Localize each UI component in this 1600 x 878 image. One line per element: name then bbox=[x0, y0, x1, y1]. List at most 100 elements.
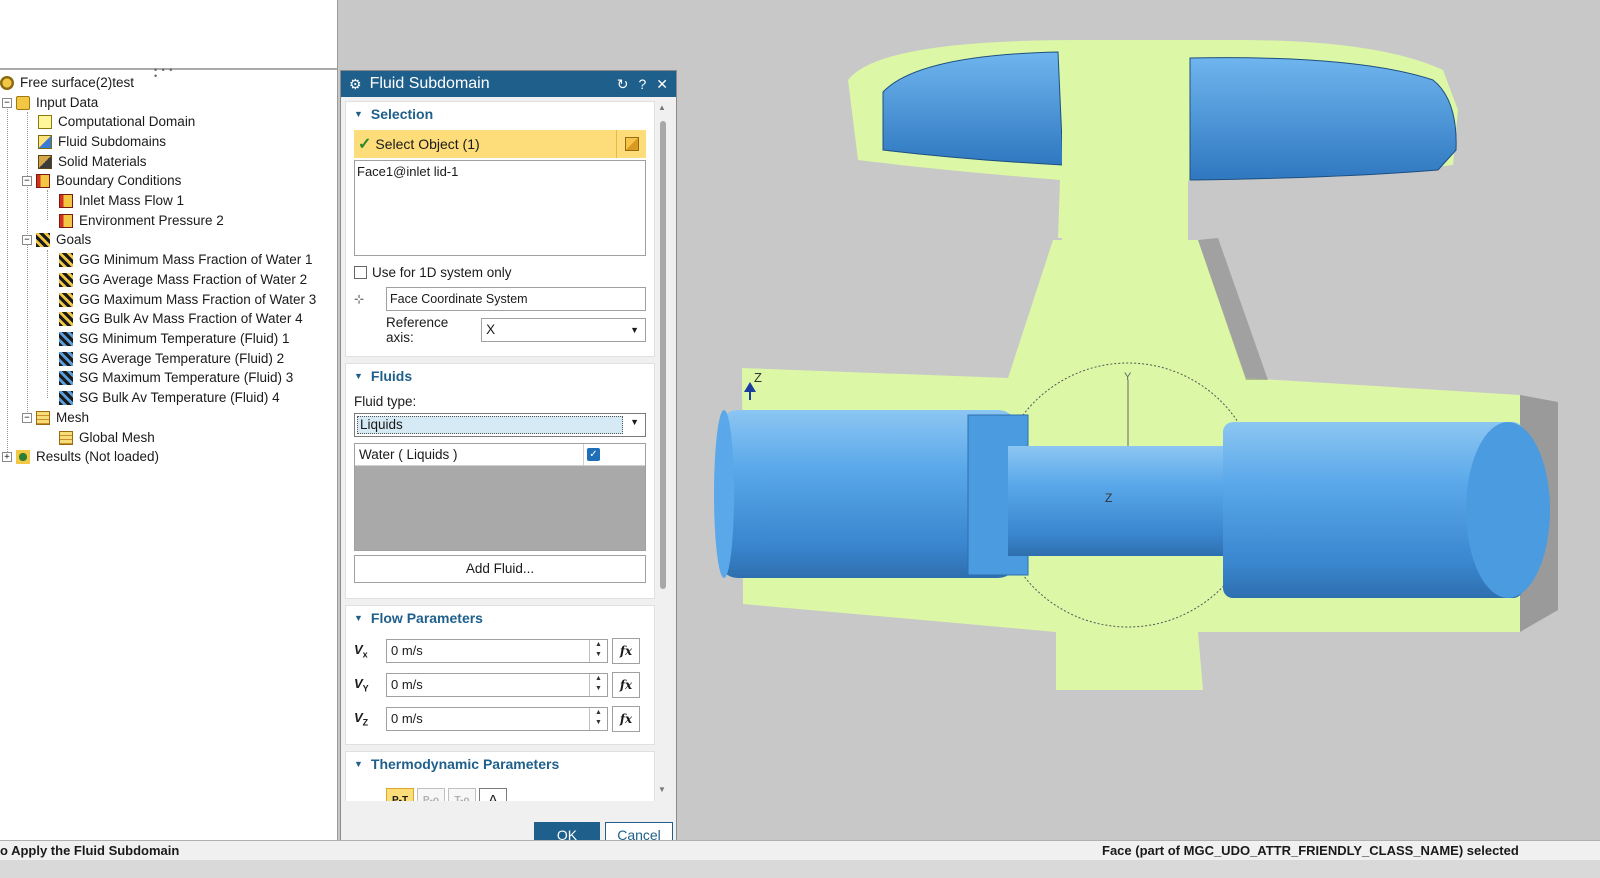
collapse-icon[interactable]: − bbox=[2, 98, 12, 108]
tree-item-label: Inlet Mass Flow 1 bbox=[79, 193, 185, 208]
tree-item-goal[interactable]: GG Bulk Av Mass Fraction of Water 4 bbox=[59, 309, 303, 329]
global-goal-icon bbox=[59, 293, 73, 307]
coordinate-system-field[interactable]: Face Coordinate System bbox=[386, 287, 646, 311]
fluid-type-select[interactable]: Liquids ▼ bbox=[354, 413, 646, 437]
fluids-header[interactable]: ▼ Fluids bbox=[346, 364, 654, 388]
list-item[interactable]: Water ( Liquids ) ✓ bbox=[355, 444, 645, 466]
status-strip bbox=[0, 860, 1600, 878]
status-selection: Face (part of MGC_UDO_ATTR_FRIENDLY_CLAS… bbox=[1102, 843, 1519, 858]
coordinate-system-icon[interactable]: ⊹ bbox=[354, 292, 376, 306]
tab-a[interactable]: A bbox=[479, 788, 507, 801]
graphics-viewport[interactable]: Z Y Z bbox=[678, 0, 1600, 840]
tree-item-label: SG Maximum Temperature (Fluid) 3 bbox=[79, 370, 294, 385]
tree-item-global-mesh[interactable]: Global Mesh bbox=[59, 428, 155, 448]
vz-formula-button[interactable]: fx bbox=[612, 706, 640, 732]
tree-item-project[interactable]: Free surface(2)test bbox=[0, 73, 134, 93]
collapse-icon[interactable]: − bbox=[22, 176, 32, 186]
select-object-button[interactable]: ✓ Select Object (1) bbox=[354, 130, 646, 158]
splitter-handle[interactable]: • • • • bbox=[154, 66, 178, 81]
vy-formula-button[interactable]: fx bbox=[612, 672, 640, 698]
coordinate-system-row: ⊹ Face Coordinate System bbox=[354, 286, 646, 312]
tree-item-results[interactable]: + Results (Not loaded) bbox=[2, 447, 159, 467]
tree-item-goal[interactable]: SG Average Temperature (Fluid) 2 bbox=[59, 349, 284, 369]
add-fluid-button[interactable]: Add Fluid... bbox=[354, 555, 646, 583]
tree-item-inlet-mass-flow[interactable]: Inlet Mass Flow 1 bbox=[59, 191, 184, 211]
dialog-scrollbar[interactable]: ▲ ▼ bbox=[657, 101, 669, 801]
vy-row: VY 0 m/s ▲ ▼ fx bbox=[354, 672, 646, 698]
valve-model-svg[interactable]: Z Y Z bbox=[678, 0, 1600, 840]
tree-item-goal[interactable]: SG Bulk Av Temperature (Fluid) 4 bbox=[59, 388, 280, 408]
vx-input[interactable]: 0 m/s ▲ ▼ bbox=[386, 639, 608, 663]
mesh-icon bbox=[59, 431, 73, 445]
tree-item-label: Boundary Conditions bbox=[56, 173, 182, 188]
use-1d-checkbox[interactable] bbox=[354, 265, 367, 279]
tree-item-goal[interactable]: GG Average Mass Fraction of Water 2 bbox=[59, 270, 307, 290]
vy-input[interactable]: 0 m/s ▲ ▼ bbox=[386, 673, 608, 697]
fluid-enabled-checkbox[interactable]: ✓ bbox=[587, 448, 600, 461]
selected-objects-list[interactable]: Face1@inlet lid-1 bbox=[354, 160, 646, 256]
dialog-title: Fluid Subdomain bbox=[369, 75, 490, 92]
tree-item-goals[interactable]: − Goals bbox=[22, 230, 91, 250]
inlet-face bbox=[714, 410, 734, 578]
dialog-content: ▼ Selection ✓ Select Object (1) Face1@in… bbox=[345, 101, 655, 801]
spinner-icon[interactable]: ▲ ▼ bbox=[589, 640, 607, 662]
status-bar: o Apply the Fluid Subdomain Face (part o… bbox=[0, 840, 1600, 878]
collapse-icon[interactable]: − bbox=[22, 235, 32, 245]
scroll-down-icon[interactable]: ▼ bbox=[658, 785, 666, 794]
tree-item-label: Free surface(2)test bbox=[20, 75, 135, 90]
tree-item-solid-materials[interactable]: Solid Materials bbox=[38, 152, 147, 172]
tree-item-environment-pressure[interactable]: Environment Pressure 2 bbox=[59, 211, 224, 231]
tree-guide bbox=[7, 98, 8, 456]
tree-item-goal[interactable]: GG Minimum Mass Fraction of Water 1 bbox=[59, 250, 313, 270]
column-divider bbox=[583, 444, 584, 466]
tree-item-boundary-conditions[interactable]: − Boundary Conditions bbox=[22, 171, 181, 191]
help-icon[interactable]: ? bbox=[638, 76, 646, 93]
close-icon[interactable]: ✕ bbox=[656, 76, 668, 93]
thermodynamic-header[interactable]: ▼ Thermodynamic Parameters bbox=[346, 752, 654, 776]
global-goal-icon bbox=[59, 273, 73, 287]
gear-icon: ⚙ bbox=[349, 75, 362, 92]
spinner-icon[interactable]: ▲ ▼ bbox=[589, 674, 607, 696]
tab-p-rho[interactable]: P-ρ bbox=[417, 788, 445, 801]
project-icon bbox=[0, 76, 14, 90]
tree-item-input-data[interactable]: − Input Data bbox=[2, 93, 98, 113]
flow-parameters-header[interactable]: ▼ Flow Parameters bbox=[346, 606, 654, 630]
tree-item-goal[interactable]: SG Minimum Temperature (Fluid) 1 bbox=[59, 329, 290, 349]
vz-input[interactable]: 0 m/s ▲ ▼ bbox=[386, 707, 608, 731]
spinner-icon[interactable]: ▲ ▼ bbox=[589, 708, 607, 730]
folder-icon bbox=[16, 96, 30, 110]
tree-item-goal[interactable]: SG Maximum Temperature (Fluid) 3 bbox=[59, 368, 293, 388]
select-cube-button[interactable] bbox=[616, 130, 646, 158]
chevron-down-icon: ▼ bbox=[354, 109, 363, 119]
domain-icon bbox=[38, 115, 52, 129]
tab-t-rho[interactable]: T-ρ bbox=[448, 788, 476, 801]
boundary-condition-icon bbox=[36, 174, 50, 188]
tree-item-label: GG Maximum Mass Fraction of Water 3 bbox=[79, 292, 317, 307]
tree-item-label: Mesh bbox=[56, 410, 90, 425]
tree-item-computational-domain[interactable]: Computational Domain bbox=[38, 112, 195, 132]
status-prompt: o Apply the Fluid Subdomain bbox=[0, 843, 180, 858]
selected-object-item[interactable]: Face1@inlet lid-1 bbox=[357, 164, 643, 179]
scroll-up-icon[interactable]: ▲ bbox=[658, 103, 666, 112]
collapse-icon[interactable]: − bbox=[22, 413, 32, 423]
tree-item-goal[interactable]: GG Maximum Mass Fraction of Water 3 bbox=[59, 290, 316, 310]
reset-icon[interactable]: ↻ bbox=[617, 76, 629, 93]
tree-item-label: Input Data bbox=[36, 95, 99, 110]
use-1d-checkbox-row[interactable]: Use for 1D system only bbox=[354, 262, 646, 282]
thermo-tab-group: P-T P-ρ T-ρ A bbox=[386, 788, 646, 801]
scroll-thumb[interactable] bbox=[660, 121, 666, 589]
fluid-type-value: Liquids bbox=[357, 416, 623, 434]
tree-item-fluid-subdomains[interactable]: Fluid Subdomains bbox=[38, 132, 166, 152]
tree-item-mesh[interactable]: − Mesh bbox=[22, 408, 89, 428]
vx-formula-button[interactable]: fx bbox=[612, 638, 640, 664]
tab-p-t[interactable]: P-T bbox=[386, 788, 414, 801]
tree-item-label: SG Average Temperature (Fluid) 2 bbox=[79, 351, 285, 366]
tree-guide bbox=[47, 250, 48, 398]
selection-header[interactable]: ▼ Selection bbox=[346, 102, 654, 126]
expand-icon[interactable]: + bbox=[2, 452, 12, 462]
fluid-subdomain-dialog: ⚙ Fluid Subdomain ↻ ? ✕ ▼ Selection ✓ Se… bbox=[340, 70, 677, 854]
fluids-list[interactable]: Water ( Liquids ) ✓ bbox=[354, 443, 646, 551]
reference-axis-select[interactable]: X ▼ bbox=[481, 318, 646, 342]
boundary-condition-icon bbox=[59, 194, 73, 208]
surface-goal-icon bbox=[59, 391, 73, 405]
